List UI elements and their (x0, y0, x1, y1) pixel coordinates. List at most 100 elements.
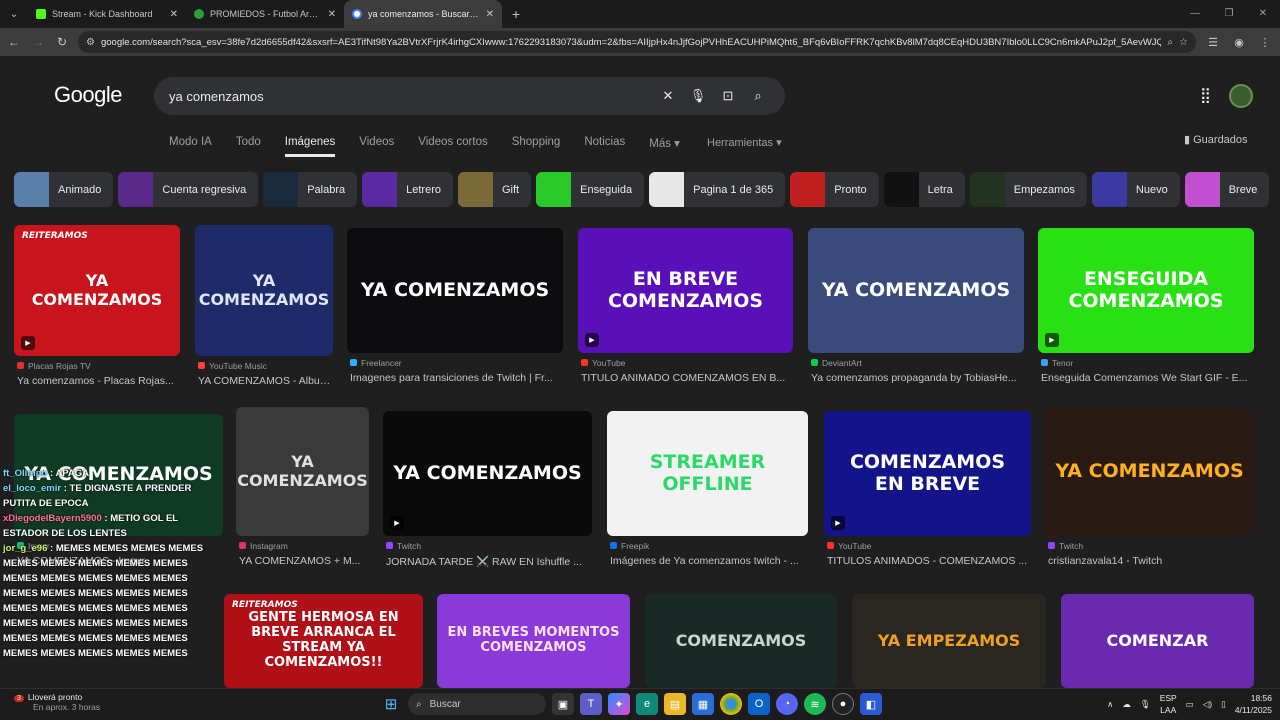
chevron-up-icon[interactable]: ∧ (1107, 699, 1113, 710)
browser-tab-kick[interactable]: Stream - Kick Dashboard ✕ (28, 0, 186, 28)
zoom-icon[interactable]: ⌕ (1167, 37, 1173, 48)
reading-list-icon[interactable]: ☰ (1204, 36, 1222, 49)
result-source[interactable]: YouTube Music (198, 361, 267, 371)
close-tab-icon[interactable]: ✕ (170, 9, 178, 20)
result-thumbnail[interactable]: YA EMPEZAMOS (852, 594, 1046, 688)
discord-icon[interactable]: ◔ (776, 693, 798, 715)
result-thumbnail[interactable]: STREAMER OFFLINE (607, 411, 808, 536)
result-source[interactable]: Twitch (1048, 541, 1083, 551)
chip-letrero[interactable]: Letrero (362, 172, 453, 207)
cloud-icon[interactable]: ☁ (1122, 699, 1131, 710)
chrome-icon[interactable] (720, 693, 742, 715)
result-source[interactable]: Instagram (239, 541, 288, 551)
store-icon[interactable]: ▦ (692, 693, 714, 715)
language-indicator[interactable]: ESP LAA (1160, 692, 1177, 716)
tools-dropdown[interactable]: Herramientas ▾ (707, 136, 782, 149)
google-logo[interactable]: Google (54, 82, 122, 108)
chat-username[interactable]: xDiegodeIBayern5900 (3, 513, 102, 524)
back-arrow-icon[interactable]: ← (6, 35, 22, 49)
result-source[interactable]: DeviantArt (811, 358, 862, 368)
result-thumbnail[interactable]: ENSEGUIDA COMENZAMOS ▶ (1038, 228, 1254, 353)
chip-breve[interactable]: Breve (1184, 172, 1270, 207)
lens-camera-icon[interactable]: ⊡ (716, 88, 740, 104)
saved-button[interactable]: ▮ Guardados (1184, 133, 1248, 146)
file-explorer-icon[interactable]: ▤ (664, 693, 686, 715)
google-apps-grid-icon[interactable]: ⣿ (1200, 86, 1211, 104)
task-view-icon[interactable]: ▣ (552, 693, 574, 715)
result-caption[interactable]: YA COMENZAMOS + M... (239, 555, 372, 567)
result-thumbnail[interactable]: YA COMENZAMOS (347, 228, 563, 353)
search-icon[interactable]: ⌕ (746, 88, 770, 104)
tab-search-icon[interactable]: ⌄ (0, 0, 28, 28)
minimize-icon[interactable]: — (1178, 0, 1212, 28)
network-icon[interactable]: ▭ (1186, 699, 1194, 710)
outlook-icon[interactable]: O (748, 693, 770, 715)
volume-icon[interactable]: ◁) (1203, 699, 1212, 710)
chip-palabra[interactable]: Palabra (263, 172, 358, 207)
chip-animado[interactable]: Animado (14, 172, 114, 207)
result-thumbnail[interactable]: YA COMENZAMOS (808, 228, 1024, 353)
chip-gift[interactable]: Gift (457, 172, 532, 207)
result-source[interactable]: YouTube (581, 358, 625, 368)
result-source[interactable]: YouTube (827, 541, 871, 551)
chip-pronto[interactable]: Pronto (790, 172, 879, 207)
reload-icon[interactable]: ↻ (54, 35, 70, 49)
result-source[interactable]: Placas Rojas TV (17, 361, 91, 371)
tab-imagenes[interactable]: Imágenes (284, 136, 336, 157)
site-info-icon[interactable]: ⚙ (86, 37, 95, 48)
result-thumbnail[interactable]: EN BREVE COMENZAMOS ▶ (578, 228, 793, 353)
new-tab-plus-icon[interactable]: + (502, 0, 530, 28)
taskbar-search[interactable]: ⌕ Buscar (408, 693, 546, 715)
chip-enseguida[interactable]: Enseguida (536, 172, 645, 207)
result-caption[interactable]: TITULOS ANIMADOS - COMENZAMOS ... (827, 555, 1034, 567)
obs-icon[interactable]: ● (832, 693, 854, 715)
browser-tab-google[interactable]: ya comenzamos - Buscar con Google ✕ (344, 0, 502, 28)
chip-nuevo[interactable]: Nuevo (1091, 172, 1180, 207)
browser-menu-icon[interactable]: ⋮ (1256, 36, 1274, 49)
chat-username[interactable]: jor_g_e96 (3, 543, 47, 554)
chip-cuenta-regresiva[interactable]: Cuenta regresiva (118, 172, 259, 207)
clear-icon[interactable]: ✕ (656, 88, 680, 104)
chat-username[interactable]: ft_Olimpo (3, 468, 47, 479)
chip-letra[interactable]: Letra (883, 172, 965, 207)
spotify-icon[interactable]: ≋ (804, 693, 826, 715)
result-source[interactable]: Tenor (1041, 358, 1073, 368)
tab-videos-cortos[interactable]: Videos cortos (418, 136, 487, 157)
result-caption[interactable]: TITULO ANIMADO COMENZAMOS EN B... (581, 372, 796, 384)
chip-pagina-1-de-365[interactable]: Pagina 1 de 365 (649, 172, 786, 207)
tab-todo[interactable]: Todo (236, 136, 261, 157)
tab-mas[interactable]: Más ▾ (649, 136, 680, 157)
result-thumbnail[interactable]: YA COMENZAMOS (195, 225, 333, 356)
close-tab-icon[interactable]: ✕ (486, 9, 494, 20)
result-caption[interactable]: cristianzavala14 - Twitch (1048, 555, 1257, 567)
result-caption[interactable]: Enseguida Comenzamos We Start GIF - E... (1041, 372, 1257, 384)
result-thumbnail[interactable]: YA COMENZAMOS (236, 407, 369, 536)
result-thumbnail[interactable]: YA COMENZAMOS ▶ (383, 411, 592, 536)
avatar[interactable] (1229, 84, 1253, 108)
edge-icon[interactable]: e (636, 693, 658, 715)
chip-empezamos[interactable]: Empezamos (969, 172, 1087, 207)
result-thumbnail[interactable]: COMENZAMOS (645, 594, 837, 688)
tab-videos[interactable]: Videos (359, 136, 394, 157)
result-caption[interactable]: JORNADA TARDE ⚔️ RAW EN Ishuffle ... (386, 555, 595, 568)
result-thumbnail[interactable]: YA COMENZAMOS (1045, 408, 1254, 536)
tab-modo-ia[interactable]: Modo IA (169, 136, 212, 157)
chat-username[interactable]: el_loco_emir (3, 483, 61, 494)
tab-shopping[interactable]: Shopping (512, 136, 561, 157)
tab-noticias[interactable]: Noticias (584, 136, 625, 157)
close-window-icon[interactable]: ✕ (1246, 0, 1280, 28)
browser-tab-promiedos[interactable]: PROMIEDOS - Futbol Argentino ✕ (186, 0, 344, 28)
bookmark-star-icon[interactable]: ☆ (1179, 37, 1188, 48)
forward-arrow-icon[interactable]: → (30, 35, 46, 49)
profile-icon[interactable]: ◉ (1230, 36, 1248, 49)
teams-icon[interactable]: T (580, 693, 602, 715)
app-icon[interactable]: ◧ (860, 693, 882, 715)
result-thumbnail[interactable]: COMENZAMOS EN BREVE ▶ (824, 411, 1031, 536)
result-source[interactable]: Twitch (386, 541, 421, 551)
result-thumbnail[interactable]: EN BREVES MOMENTOS COMENZAMOS (437, 594, 630, 688)
copilot-icon[interactable]: ✦ (608, 693, 630, 715)
result-caption[interactable]: Imágenes de Ya comenzamos twitch - ... (610, 555, 811, 567)
maximize-icon[interactable]: ❐ (1212, 0, 1246, 28)
result-thumbnail[interactable]: COMENZAR (1061, 594, 1254, 688)
result-caption[interactable]: YA COMENZAMOS - Album... (198, 375, 336, 387)
